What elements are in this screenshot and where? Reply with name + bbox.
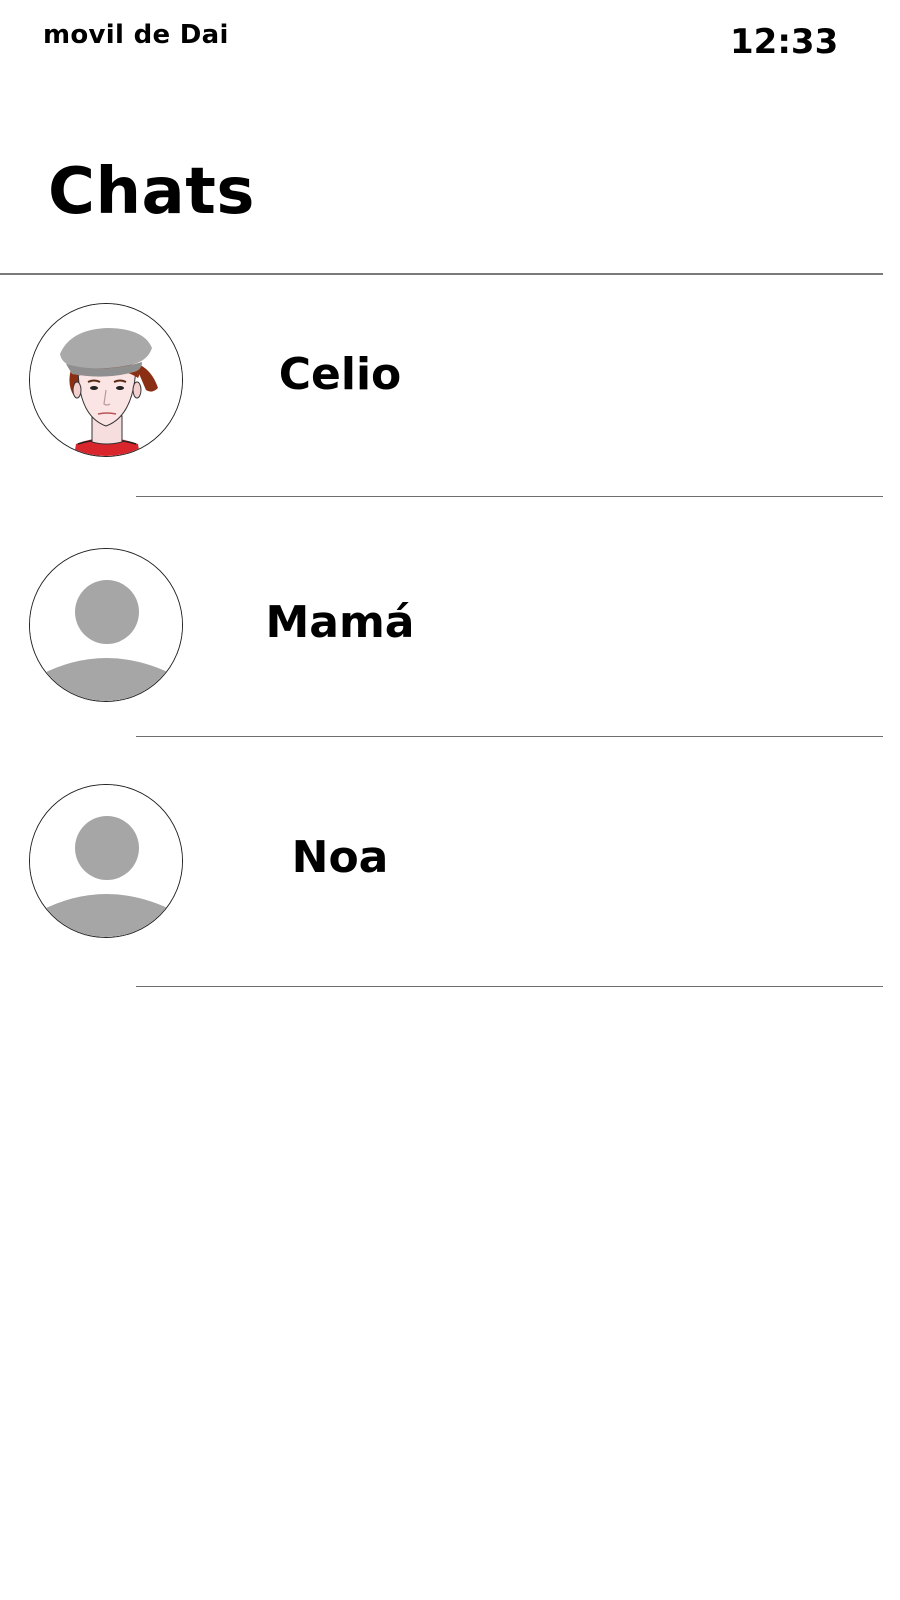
status-clock: 12:33 xyxy=(730,22,839,62)
chat-name: Mamá xyxy=(265,597,415,648)
status-bar: movil de Dai 12:33 xyxy=(0,0,900,80)
chat-name: Celio xyxy=(278,349,402,400)
default-user-icon xyxy=(30,549,182,701)
chat-item-noa[interactable]: Noa xyxy=(0,737,883,987)
device-name: movil de Dai xyxy=(43,20,229,50)
chat-name: Noa xyxy=(291,832,389,883)
chat-item-celio[interactable]: Celio xyxy=(0,275,883,497)
avatar[interactable] xyxy=(29,303,183,457)
chat-list: Celio Mamá Noa xyxy=(0,275,883,987)
avatar[interactable] xyxy=(29,548,183,702)
page-title: Chats xyxy=(48,155,255,229)
chat-item-mama[interactable]: Mamá xyxy=(0,497,883,737)
cartoon-portrait-icon xyxy=(30,304,182,456)
default-user-icon xyxy=(30,785,182,937)
avatar[interactable] xyxy=(29,784,183,938)
row-divider xyxy=(136,985,883,987)
